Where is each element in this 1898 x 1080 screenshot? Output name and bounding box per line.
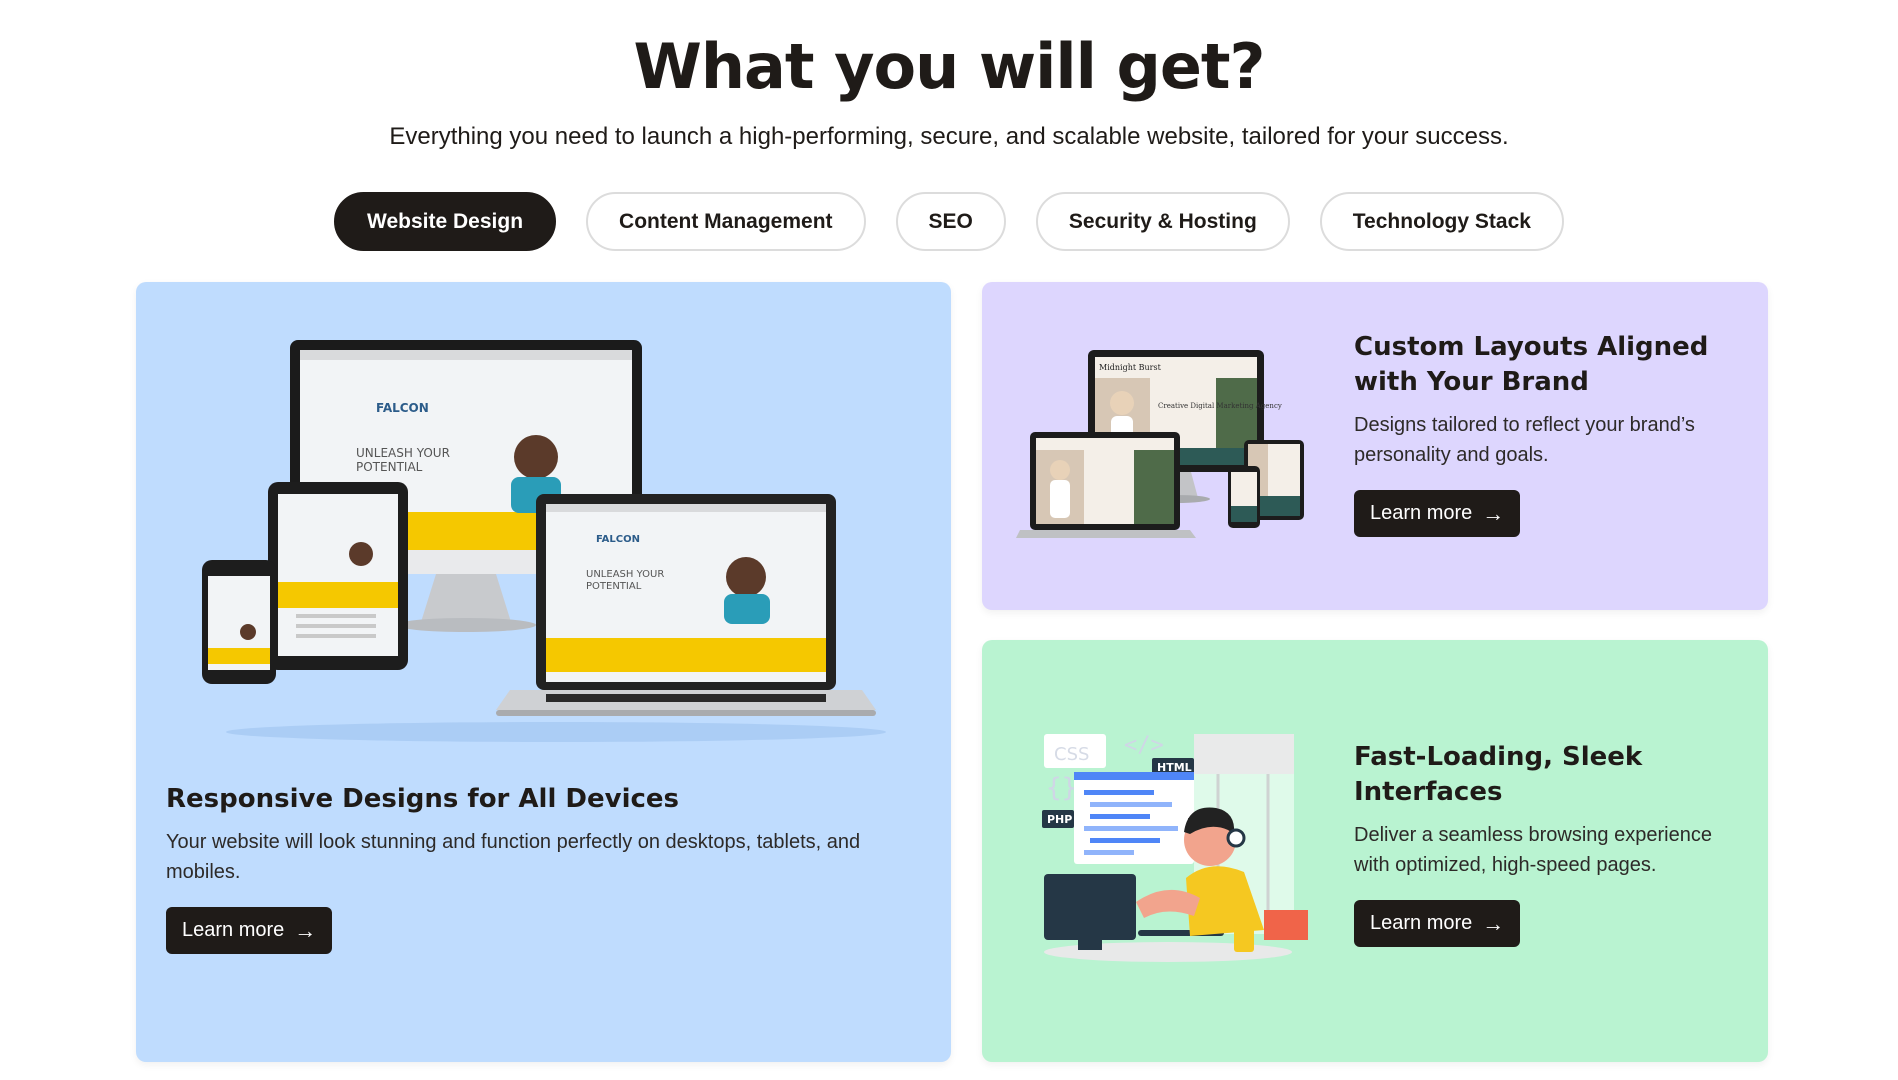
tab-content-management[interactable]: Content Management — [586, 192, 866, 251]
svg-text:{}: {} — [1046, 773, 1077, 803]
page: What you will get? Everything you need t… — [0, 0, 1898, 1080]
arrow-right-icon: → — [1482, 500, 1505, 526]
fast-loading-card: CSS </> HTML {} PHP Fast-Loading, Sleek … — [982, 640, 1768, 1062]
laptop-brand-text: FALCON — [596, 534, 640, 545]
laptop-headline-2: POTENTIAL — [586, 581, 642, 592]
card-description: Deliver a seamless browsing experience w… — [1354, 824, 1712, 876]
learn-more-label: Learn more — [1370, 912, 1473, 934]
page-subtitle: Everything you need to launch a high-per… — [389, 123, 1509, 150]
page-title: What you will get? — [633, 30, 1266, 103]
laptop-headline-1: UNLEASH YOUR — [586, 569, 664, 580]
card-title: Fast-Loading, Sleek Interfaces — [1354, 742, 1643, 807]
monitor-headline-2: POTENTIAL — [356, 460, 423, 474]
css-tag-text: CSS — [1054, 744, 1089, 765]
brand-layout-devices-illustration: Midnight Burst Creative Digital Marketin… — [1016, 350, 1304, 538]
tab-technology-stack[interactable]: Technology Stack — [1319, 192, 1564, 251]
category-tabs: Website Design Content Management SEO Se… — [0, 192, 1898, 251]
learn-more-label: Learn more — [1370, 502, 1473, 524]
monitor-headline-1: UNLEASH YOUR — [356, 446, 450, 460]
tab-website-design[interactable]: Website Design — [334, 192, 557, 251]
card-description: Your website will look stunning and func… — [166, 831, 861, 883]
custom-layouts-card: Midnight Burst Creative Digital Marketin… — [982, 282, 1768, 610]
monitor-mockup-brand: Midnight Burst — [1099, 363, 1162, 372]
monitor-brand-text: FALCON — [376, 401, 429, 415]
custom-layouts-card-text: Custom Layouts Aligned with Your Brand D… — [1354, 330, 1749, 537]
learn-more-button[interactable]: Learn more → — [1354, 490, 1521, 537]
card-title: Responsive Designs for All Devices — [166, 784, 680, 814]
monitor-mockup-headline: Creative Digital Marketing Agency — [1158, 402, 1282, 410]
tab-seo[interactable]: SEO — [895, 192, 1006, 251]
learn-more-button[interactable]: Learn more → — [166, 907, 333, 954]
responsive-card-text: Responsive Designs for All Devices Your … — [166, 782, 936, 954]
tab-security-hosting[interactable]: Security & Hosting — [1035, 192, 1290, 251]
card-title: Custom Layouts Aligned with Your Brand — [1354, 332, 1709, 397]
responsive-devices-illustration: FALCON UNLEASH YOUR POTENTIAL FALCON UNL… — [202, 340, 886, 742]
responsive-designs-card: FALCON UNLEASH YOUR POTENTIAL FALCON UNL… — [136, 282, 951, 1062]
card-description: Designs tailored to reflect your brand’s… — [1354, 414, 1695, 466]
developer-coding-illustration: CSS </> HTML {} PHP — [1042, 733, 1308, 962]
learn-more-label: Learn more — [182, 919, 285, 941]
arrow-right-icon: → — [1482, 910, 1505, 936]
learn-more-button[interactable]: Learn more → — [1354, 900, 1521, 947]
fast-loading-card-text: Fast-Loading, Sleek Interfaces Deliver a… — [1354, 740, 1749, 947]
php-tag-text: PHP — [1047, 813, 1072, 826]
svg-text:</>: </> — [1124, 733, 1164, 758]
arrow-right-icon: → — [294, 917, 317, 943]
